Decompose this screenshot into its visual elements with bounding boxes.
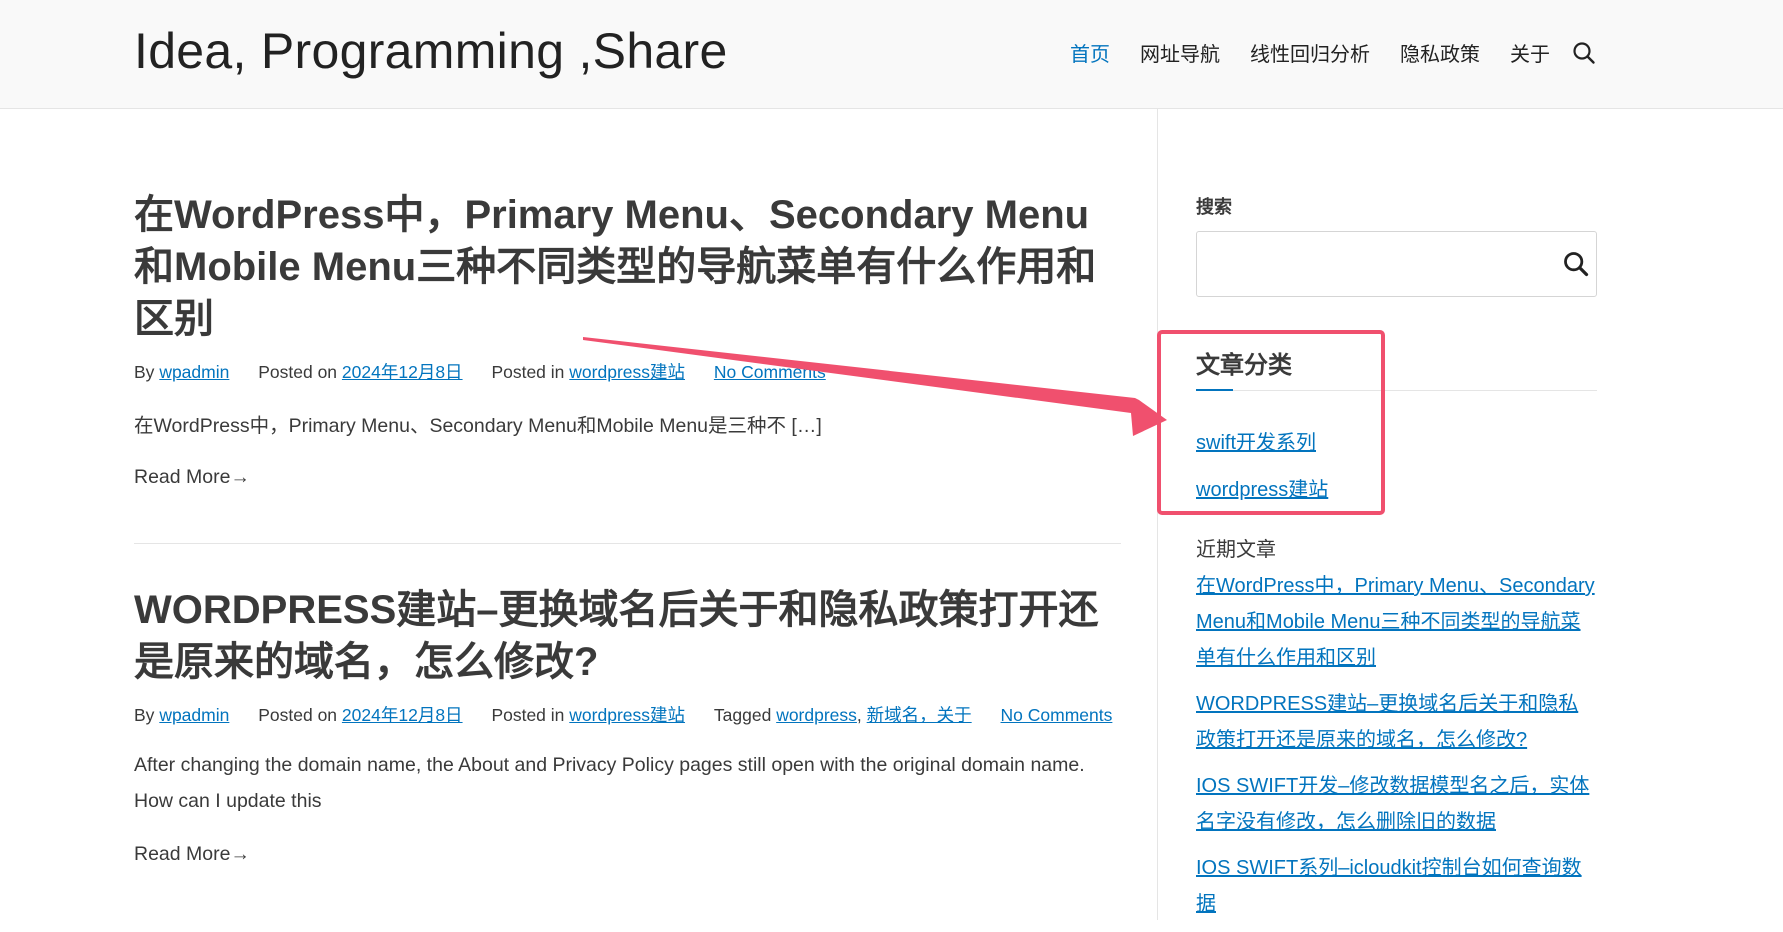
recent-post-link[interactable]: IOS SWIFT开发–修改数据模型名之后，实体名字没有修改，怎么删除旧的数据: [1196, 775, 1589, 833]
author-link[interactable]: wpadmin: [159, 362, 229, 382]
search-icon[interactable]: [1572, 40, 1598, 66]
post-divider: [134, 543, 1121, 544]
post-meta: By wpadmin Posted on 2024年12月8日 Posted i…: [134, 359, 1121, 384]
search-button[interactable]: [1562, 250, 1590, 278]
recent-post-item: 在WordPress中，Primary Menu、Secondary Menu和…: [1196, 568, 1598, 676]
search-widget-label: 搜索: [1196, 197, 1232, 217]
nav-item-about[interactable]: 关于: [1510, 38, 1550, 67]
site-header: Idea, Programming ,Share 首页 网址导航 线性回归分析 …: [0, 0, 1783, 109]
nav-item-linear-regression[interactable]: 线性回归分析: [1250, 38, 1370, 67]
arrow-right-icon: →: [230, 466, 250, 488]
by-label: By: [134, 362, 155, 382]
recent-posts-list: 在WordPress中，Primary Menu、Secondary Menu和…: [1196, 568, 1598, 932]
post-article: 在WordPress中，Primary Menu、Secondary Menu和…: [134, 189, 1121, 489]
arrow-right-icon: →: [230, 843, 250, 865]
recent-post-link[interactable]: 在WordPress中，Primary Menu、Secondary Menu和…: [1196, 575, 1595, 669]
search-widget: [1196, 231, 1597, 297]
posted-in-label: Posted in: [491, 362, 565, 382]
tagged-label: Tagged: [713, 705, 772, 725]
categories-widget-title: 文章分类: [1196, 352, 1292, 379]
recent-posts-title: 近期文章: [1196, 539, 1276, 561]
category-item: swift开发系列: [1196, 420, 1328, 467]
categories-title-rule: [1196, 390, 1597, 391]
search-input[interactable]: [1197, 232, 1537, 296]
recent-post-item: IOS SWIFT系列–icloudkit控制台如何查询数据: [1196, 850, 1598, 922]
comments-link[interactable]: No Comments: [1001, 705, 1113, 725]
recent-post-item: WORDPRESS建站–更换域名后关于和隐私政策打开还是原来的域名，怎么修改?: [1196, 686, 1598, 758]
tag-link[interactable]: wordpress: [776, 705, 857, 725]
post-title[interactable]: 在WordPress中，Primary Menu、Secondary Menu和…: [134, 189, 1121, 345]
site-title[interactable]: Idea, Programming ,Share: [134, 22, 728, 80]
post-article: WORDPRESS建站–更换域名后关于和隐私政策打开还是原来的域名，怎么修改? …: [134, 584, 1121, 866]
post-meta: By wpadmin Posted on 2024年12月8日 Posted i…: [134, 705, 1113, 725]
nav-item-site-directory[interactable]: 网址导航: [1140, 38, 1220, 67]
read-more-link[interactable]: Read More→: [134, 466, 250, 489]
primary-nav: 首页 网址导航 线性回归分析 隐私政策 关于: [1040, 38, 1598, 67]
post-excerpt: After changing the domain name, the Abou…: [134, 754, 1085, 812]
category-link[interactable]: wordpress建站: [569, 705, 685, 725]
read-more-label: Read More: [134, 843, 231, 865]
post-date-link[interactable]: 2024年12月8日: [342, 705, 463, 725]
category-link-swift[interactable]: swift开发系列: [1196, 432, 1316, 454]
tag-link[interactable]: 新域名，关于: [867, 705, 972, 725]
comments-link[interactable]: No Comments: [714, 362, 826, 382]
post-title[interactable]: WORDPRESS建站–更换域名后关于和隐私政策打开还是原来的域名，怎么修改?: [134, 584, 1121, 688]
read-more-label: Read More: [134, 466, 231, 488]
search-icon: [1564, 252, 1589, 277]
read-more-link[interactable]: Read More→: [134, 843, 250, 866]
post-date-link[interactable]: 2024年12月8日: [342, 362, 463, 382]
recent-post-link[interactable]: WORDPRESS建站–更换域名后关于和隐私政策打开还是原来的域名，怎么修改?: [1196, 693, 1578, 751]
posted-in-label: Posted in: [491, 705, 565, 725]
author-link[interactable]: wpadmin: [159, 705, 229, 725]
by-label: By: [134, 705, 155, 725]
recent-post-link[interactable]: IOS SWIFT系列–icloudkit控制台如何查询数据: [1196, 857, 1582, 915]
posted-on-label: Posted on: [258, 705, 338, 725]
category-link-wordpress[interactable]: wordpress建站: [1196, 479, 1328, 501]
categories-title-accent: [1196, 389, 1233, 391]
category-item: wordpress建站: [1196, 467, 1328, 514]
categories-list: swift开发系列 wordpress建站: [1196, 420, 1328, 514]
posted-on-label: Posted on: [258, 362, 338, 382]
sidebar-divider: [1157, 109, 1158, 920]
category-link[interactable]: wordpress建站: [569, 362, 685, 382]
recent-post-item: IOS SWIFT开发–修改数据模型名之后，实体名字没有修改，怎么删除旧的数据: [1196, 768, 1598, 840]
nav-item-privacy-policy[interactable]: 隐私政策: [1400, 38, 1480, 67]
post-excerpt: 在WordPress中，Primary Menu、Secondary Menu和…: [134, 415, 822, 437]
nav-item-home[interactable]: 首页: [1070, 38, 1110, 67]
